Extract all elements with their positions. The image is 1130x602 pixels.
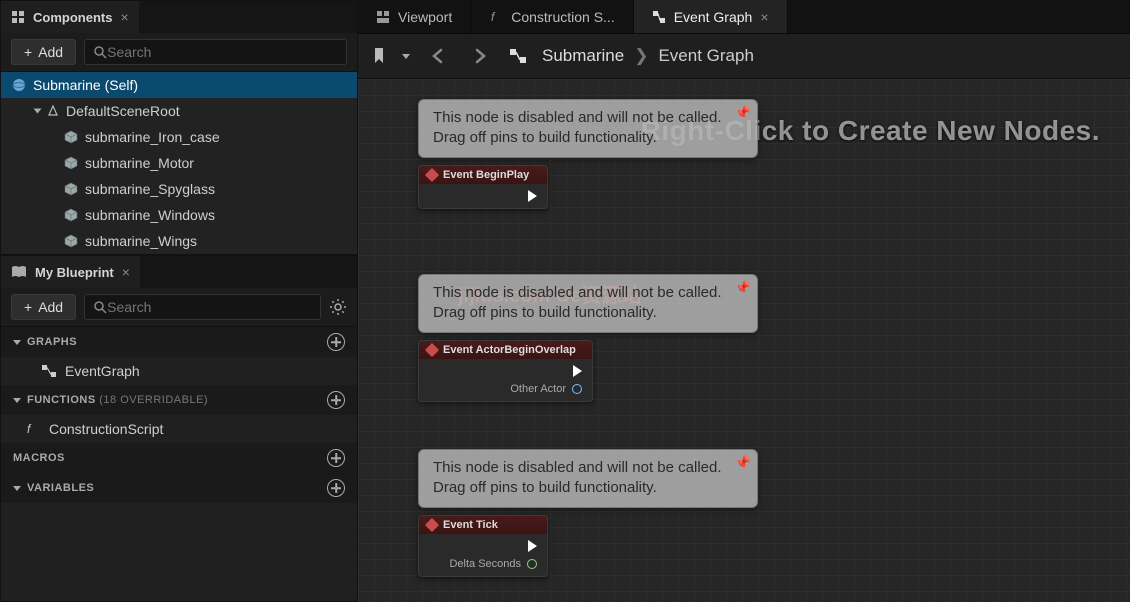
myblueprint-panel: My Blueprint × + Add [0,255,358,602]
node-header[interactable]: Event BeginPlay [419,166,547,184]
data-pin[interactable] [527,559,537,569]
tree-root[interactable]: Submarine (Self) [1,72,357,98]
components-toolbar: + Add [1,33,357,72]
tab-label: My Blueprint [35,265,114,280]
right-tabs: Viewport f Construction S... Event Graph… [358,0,1130,34]
event-diamond-icon [425,343,439,357]
viewport-icon [376,10,390,24]
breadcrumb-sep-icon: ❯ [634,46,648,66]
search-icon [93,45,107,59]
section-graphs[interactable]: GRAPHS [1,327,357,357]
tab-viewport[interactable]: Viewport [358,0,471,33]
tree-item[interactable]: submarine_Iron_case [1,124,357,150]
tab-construction[interactable]: f Construction S... [471,0,634,33]
node-header[interactable]: Event Tick [419,516,547,534]
myblueprint-search-wrap[interactable] [84,294,321,320]
pin-icon[interactable]: 📌 [735,454,751,472]
node-comment[interactable]: 📌 This node is disabled and will not be … [418,99,758,158]
tree-item[interactable]: submarine_Windows [1,202,357,228]
list-item-construction[interactable]: f ConstructionScript [1,415,357,443]
svg-text:f: f [27,422,32,436]
add-function-button[interactable] [327,391,345,409]
plus-icon: + [24,44,32,60]
svg-text:f: f [491,10,496,24]
node-header[interactable]: Event ActorBeginOverlap [419,341,592,359]
function-icon: f [489,10,503,24]
event-diamond-icon [425,518,439,532]
close-icon[interactable]: × [122,264,130,280]
tree-scene-root[interactable]: DefaultSceneRoot [1,98,357,124]
tree-item[interactable]: submarine_Wings [1,228,357,254]
event-diamond-icon [425,168,439,182]
tab-label: Components [33,10,112,25]
add-graph-button[interactable] [327,333,345,351]
node-actorbeginoverlap[interactable]: Event ActorBeginOverlap Other Actor [418,340,593,402]
chevron-down-icon[interactable] [34,109,42,114]
exec-pin[interactable] [528,190,537,202]
nav-back-button[interactable] [424,42,452,70]
staticmesh-icon [63,207,79,223]
chevron-down-icon [13,340,21,345]
plus-icon: + [24,299,32,315]
graph-canvas[interactable]: Right-Click to Create New Nodes. jijius.… [358,79,1130,602]
tab-myblueprint[interactable]: My Blueprint × [1,256,140,288]
components-search-input[interactable] [107,44,338,60]
chevron-down-icon [13,486,21,491]
tree-item[interactable]: submarine_Spyglass [1,176,357,202]
graph-icon [652,10,666,24]
staticmesh-icon [63,155,79,171]
tree-item[interactable]: submarine_Motor [1,150,357,176]
exec-pin[interactable] [573,365,582,377]
section-functions[interactable]: FUNCTIONS (18 OVERRIDABLE) [1,385,357,415]
pin-icon[interactable]: 📌 [735,279,751,297]
node-comment[interactable]: 📌 This node is disabled and will not be … [418,274,758,333]
components-search-wrap[interactable] [84,39,347,65]
pin-icon[interactable]: 📌 [735,104,751,122]
graph-toolbar: Submarine ❯ Event Graph [358,34,1130,79]
staticmesh-icon [63,181,79,197]
components-icon [11,10,25,24]
chevron-down-icon [13,398,21,403]
myblueprint-toolbar: + Add [1,288,357,327]
components-tree: Submarine (Self) DefaultSceneRoot submar… [1,72,357,254]
add-variable-button[interactable] [327,479,345,497]
components-panel: Components × + Add [0,0,358,255]
section-macros[interactable]: MACROS [1,443,357,473]
gear-icon[interactable] [329,298,347,316]
search-icon [93,300,107,314]
function-icon: f [25,422,41,436]
exec-pin[interactable] [528,540,537,552]
add-new-button[interactable]: + Add [11,294,76,320]
add-macro-button[interactable] [327,449,345,467]
list-item-eventgraph[interactable]: EventGraph [1,357,357,385]
bookmark-icon[interactable] [372,47,388,65]
staticmesh-icon [63,233,79,249]
breadcrumb-root[interactable]: Submarine [542,46,624,66]
tab-components[interactable]: Components × [1,1,139,33]
add-component-button[interactable]: + Add [11,39,76,65]
myblueprint-search-input[interactable] [107,299,312,315]
tab-eventgraph[interactable]: Event Graph × [634,0,788,33]
data-pin[interactable] [572,384,582,394]
nav-forward-button[interactable] [466,42,494,70]
breadcrumb-current: Event Graph [658,46,753,66]
chevron-down-icon[interactable] [402,54,410,59]
close-icon[interactable]: × [760,9,768,25]
section-variables[interactable]: VARIABLES [1,473,357,503]
node-comment[interactable]: 📌 This node is disabled and will not be … [418,449,758,508]
breadcrumb: Submarine ❯ Event Graph [542,46,754,66]
node-beginplay[interactable]: Event BeginPlay [418,165,548,209]
graph-icon [508,47,528,65]
close-icon[interactable]: × [120,9,128,25]
node-tick[interactable]: Event Tick Delta Seconds [418,515,548,577]
components-tabbar: Components × [1,1,357,33]
sphere-icon [11,77,27,93]
staticmesh-icon [63,129,79,145]
myblueprint-tabbar: My Blueprint × [1,256,357,288]
book-icon [11,265,27,279]
scene-icon [46,104,60,118]
graph-icon [41,364,57,378]
